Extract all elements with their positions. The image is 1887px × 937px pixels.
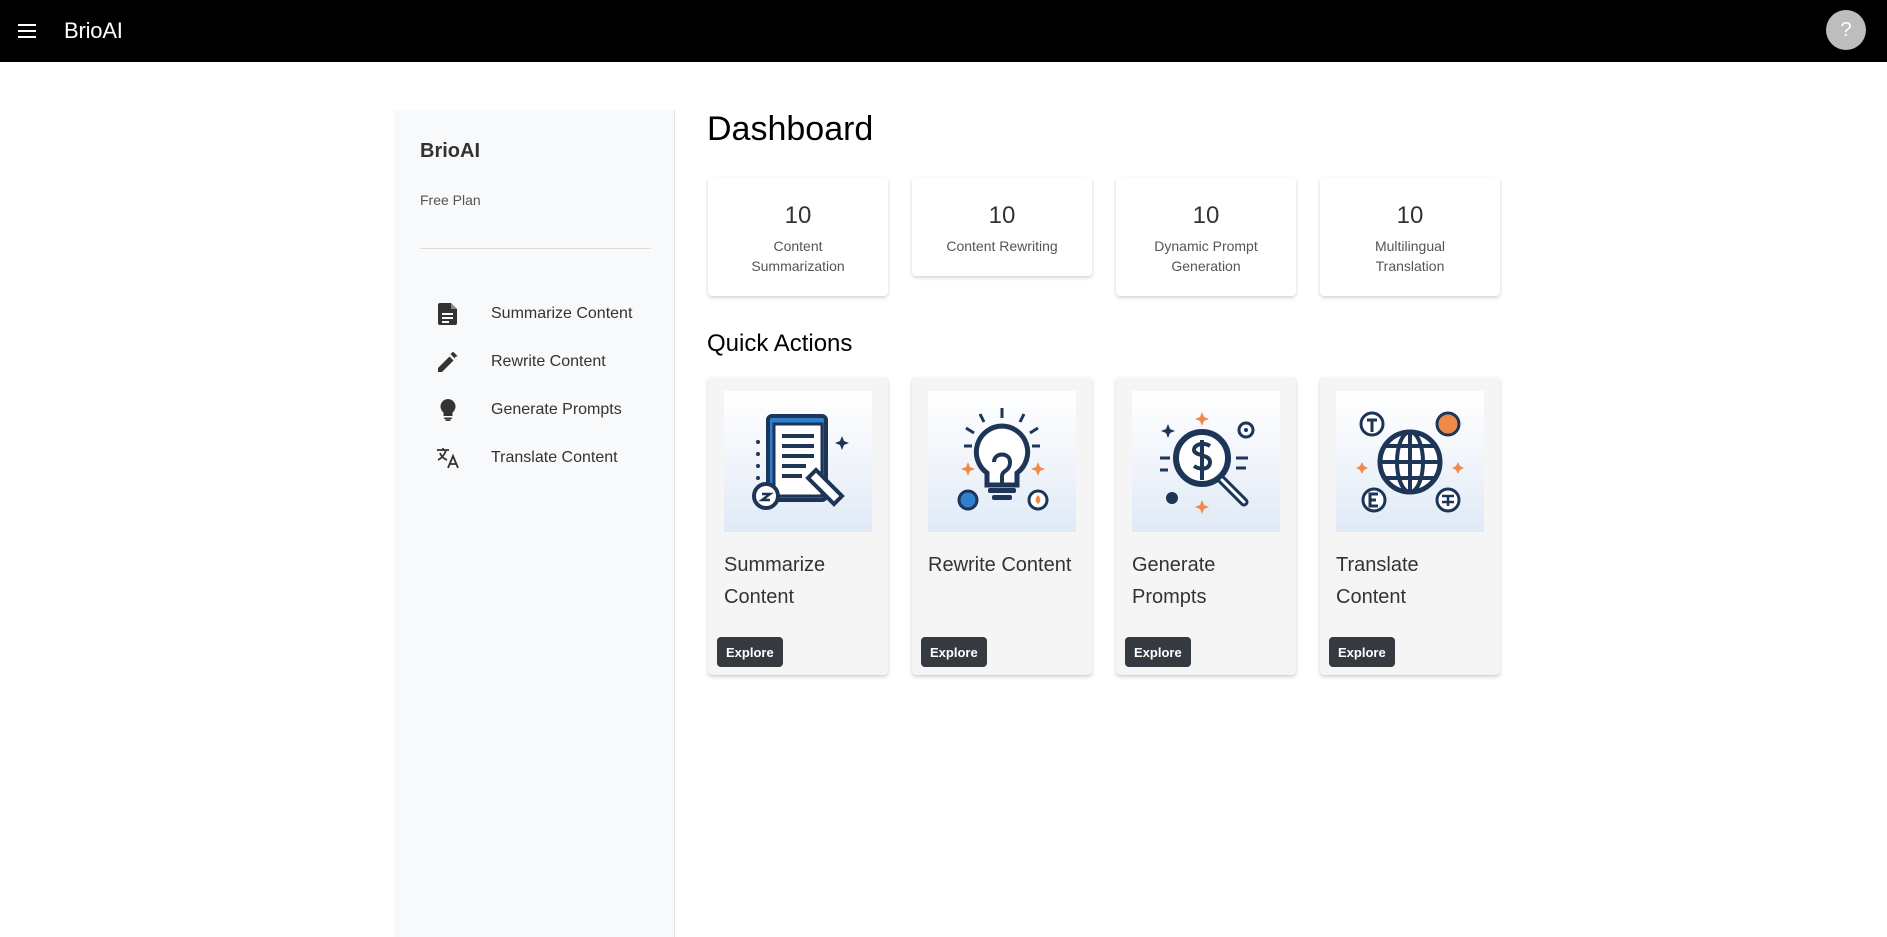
app-title: BrioAI [64,18,123,43]
sidebar-item-label: Generate Prompts [491,401,622,418]
explore-button[interactable]: Explore [1329,637,1395,667]
stat-card-rewriting: 10 Content Rewriting [912,177,1092,276]
action-card-rewrite: Rewrite Content Explore [912,377,1092,675]
sidebar-brand: BrioAI [420,140,480,162]
stat-value: 10 [784,202,812,229]
stat-label: Content Summarization [751,238,845,274]
magnifier-illustration [1132,391,1280,532]
sidebar-item-label: Rewrite Content [491,353,606,370]
stat-card-translation: 10 Multilingual Translation [1320,177,1500,296]
menu-button[interactable] [16,17,40,45]
explore-button[interactable]: Explore [921,637,987,667]
action-card-translate: Translate Content Explore [1320,377,1500,675]
sidebar-item-translate[interactable]: Translate Content [394,434,675,482]
globe-illustration [1336,391,1484,532]
action-card-title: Summarize Content [724,554,826,608]
explore-button[interactable]: Explore [1125,637,1191,667]
stat-value: 10 [1396,202,1424,229]
stat-label: Content Rewriting [946,238,1058,254]
app-bar: BrioAI ? [0,0,1887,62]
lightbulb-illustration [928,391,1076,532]
action-card-summarize: Summarize Content Explore [708,377,888,675]
stat-value: 10 [988,202,1016,229]
translate-icon [436,446,460,470]
stat-card-summarization: 10 Content Summarization [708,177,888,296]
pencil-icon [436,350,460,374]
sidebar-item-label: Translate Content [491,449,618,466]
page-title: Dashboard [707,110,874,148]
stat-value: 10 [1192,202,1220,229]
sidebar-item-summarize[interactable]: Summarize Content [394,290,675,338]
quick-actions-title: Quick Actions [707,330,853,357]
lightbulb-icon [436,398,460,422]
sidebar-item-label: Summarize Content [491,305,633,322]
stat-label: Dynamic Prompt Generation [1154,238,1258,274]
sidebar-divider [420,248,651,249]
explore-button[interactable]: Explore [717,637,783,667]
plan-label: Free Plan [420,192,481,208]
action-card-title: Rewrite Content [928,554,1072,576]
action-card-prompts: Generate Prompts Explore [1116,377,1296,675]
sidebar-nav: Summarize Content Rewrite Content Genera… [394,290,675,482]
sidebar: BrioAI Free Plan Summarize Content Rewri… [394,110,675,937]
action-card-title: Generate Prompts [1132,554,1216,608]
document-summary-illustration [724,391,872,532]
action-card-title: Translate Content [1336,554,1419,608]
help-button[interactable]: ? [1826,10,1866,50]
stat-card-prompt-generation: 10 Dynamic Prompt Generation [1116,177,1296,296]
sidebar-item-rewrite[interactable]: Rewrite Content [394,338,675,386]
file-document-icon [436,302,460,326]
stat-label: Multilingual Translation [1374,238,1446,274]
menu-icon [18,24,36,38]
help-icon: ? [1840,18,1852,41]
sidebar-item-prompts[interactable]: Generate Prompts [394,386,675,434]
